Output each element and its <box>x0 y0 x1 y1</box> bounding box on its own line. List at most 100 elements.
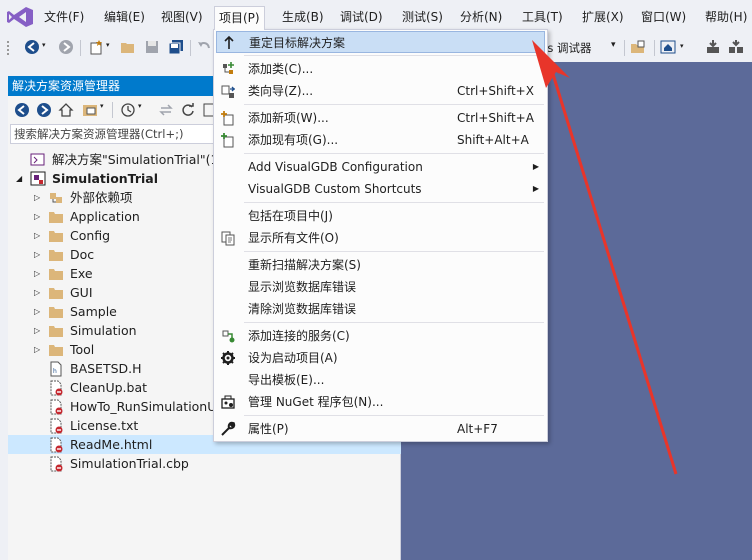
collapsed-arrow-icon[interactable]: ▷ <box>34 264 44 283</box>
menu-item-label: 包括在项目中(J) <box>248 209 333 223</box>
folder-icon <box>48 285 64 300</box>
menu-separator <box>244 202 544 203</box>
new-project-icon[interactable] <box>88 39 104 55</box>
tree-item-label: HowTo_RunSimulationU <box>70 399 217 414</box>
refresh-icon[interactable] <box>180 102 196 118</box>
tree-item[interactable]: SimulationTrial.cbp <box>8 454 401 473</box>
menu-item[interactable]: 重定目标解决方案 <box>216 31 545 53</box>
back-icon[interactable] <box>24 39 40 55</box>
tree-item-label: Doc <box>70 247 95 262</box>
menu-item-shortcut: Ctrl+Shift+A <box>457 111 534 125</box>
menu-item[interactable]: 工具(T) <box>518 7 567 27</box>
show-all-files-icon <box>220 230 236 246</box>
folder-icon <box>48 304 64 319</box>
tree-item-label: License.txt <box>70 418 139 433</box>
menu-item[interactable]: Add VisualGDB Configuration ▶ <box>216 156 545 178</box>
forward-icon[interactable] <box>58 39 74 55</box>
menu-item[interactable]: 设为启动项目(A) <box>216 347 545 369</box>
sync-icon[interactable] <box>158 102 174 118</box>
collapsed-arrow-icon[interactable]: ▷ <box>34 302 44 321</box>
menu-item[interactable]: 帮助(H) <box>701 7 751 27</box>
menu-item[interactable]: 测试(S) <box>398 7 447 27</box>
svg-text:h: h <box>53 368 57 375</box>
forward-icon[interactable] <box>36 102 52 118</box>
home-icon[interactable] <box>58 102 74 118</box>
menu-item[interactable]: 显示所有文件(O) <box>216 227 545 249</box>
menu-item[interactable]: 生成(B) <box>278 7 328 27</box>
menu-item-label: 添加现有项(G)... <box>248 133 339 147</box>
menu-item[interactable]: 文件(F) <box>40 7 88 27</box>
collapsed-arrow-icon[interactable]: ▷ <box>34 245 44 264</box>
toolbar-grip <box>7 41 9 55</box>
menu-item[interactable]: 重新扫描解决方案(S) <box>216 254 545 276</box>
menu-item[interactable]: 添加现有项(G)... Shift+Alt+A <box>216 129 545 151</box>
collapsed-arrow-icon[interactable]: ▷ <box>34 188 44 207</box>
menu-item[interactable]: 添加新项(W)... Ctrl+Shift+A <box>216 107 545 129</box>
views-dropdown-icon[interactable]: ▾ <box>100 102 104 110</box>
undo-icon[interactable] <box>196 39 212 55</box>
menu-item[interactable]: 扩展(X) <box>578 7 628 27</box>
menu-item[interactable]: 显示浏览数据库错误 <box>216 276 545 298</box>
menu-item[interactable]: 编辑(E) <box>100 7 149 27</box>
menu-separator <box>244 322 544 323</box>
menu-separator <box>244 104 544 105</box>
tree-item-label: GUI <box>70 285 93 300</box>
tree-item-label: Simulation <box>70 323 137 338</box>
menu-item[interactable]: 属性(P) Alt+F7 <box>216 418 545 440</box>
home-dropdown-icon[interactable]: ▾ <box>680 42 684 50</box>
build-icon[interactable] <box>705 39 721 55</box>
menu-item[interactable]: 类向导(Z)... Ctrl+Shift+X <box>216 80 545 102</box>
save-icon[interactable] <box>144 39 160 55</box>
menu-item-label: 显示浏览数据库错误 <box>248 280 357 294</box>
excluded-file-icon <box>48 437 64 453</box>
folder-icon <box>48 266 64 281</box>
menu-item[interactable]: 管理 NuGet 程序包(N)... <box>216 391 545 413</box>
menu-item[interactable]: 清除浏览数据库错误 <box>216 298 545 320</box>
tree-item-label: Tool <box>70 342 95 357</box>
solution-icon <box>30 152 46 167</box>
build-all-icon[interactable] <box>728 39 744 55</box>
collapsed-arrow-icon[interactable]: ▷ <box>34 226 44 245</box>
menu-separator <box>244 153 544 154</box>
menu-item[interactable]: 添加连接的服务(C) <box>216 325 545 347</box>
menu-item[interactable]: VisualGDB Custom Shortcuts ▶ <box>216 178 545 200</box>
excluded-file-icon <box>48 399 64 415</box>
back-icon[interactable] <box>14 102 30 118</box>
menu-item[interactable]: 调试(D) <box>336 7 387 27</box>
wrench-icon <box>220 421 236 437</box>
browse-icon[interactable] <box>630 39 646 55</box>
collapsed-arrow-icon[interactable]: ▷ <box>34 321 44 340</box>
menu-item-label: 重新扫描解决方案(S) <box>248 258 361 272</box>
menu-item[interactable]: 视图(V) <box>157 7 207 27</box>
menu-item[interactable]: 包括在项目中(J) <box>216 205 545 227</box>
collapsed-arrow-icon[interactable]: ▷ <box>34 207 44 226</box>
toolbar-separator <box>654 40 655 56</box>
menu-item[interactable]: 项目(P) <box>214 6 265 30</box>
debugger-dropdown-icon[interactable]: ▾ <box>611 40 616 50</box>
expanded-arrow-icon[interactable]: ◢ <box>16 169 26 188</box>
menu-item-label: 清除浏览数据库错误 <box>248 302 357 316</box>
open-icon[interactable] <box>120 39 136 55</box>
pending-changes-icon[interactable] <box>120 102 136 118</box>
home-icon[interactable] <box>660 39 676 55</box>
menu-item[interactable]: 分析(N) <box>456 7 506 27</box>
add-new-item-icon <box>220 110 236 126</box>
new-dropdown-icon[interactable]: ▾ <box>106 41 110 49</box>
switch-views-icon[interactable] <box>82 102 98 118</box>
tree-item-label: CleanUp.bat <box>70 380 148 395</box>
menu-item[interactable]: 添加类(C)... <box>216 58 545 80</box>
menu-item-label: Add VisualGDB Configuration <box>248 160 423 174</box>
collapsed-arrow-icon[interactable]: ▷ <box>34 340 44 359</box>
add-class-icon <box>220 61 236 77</box>
save-all-icon[interactable] <box>168 39 184 55</box>
back-dropdown-icon[interactable]: ▾ <box>42 41 46 49</box>
excluded-file-icon <box>48 418 64 434</box>
gear-icon <box>220 350 236 366</box>
tree-item-label: 解决方案"SimulationTrial"(1 个 <box>52 152 235 167</box>
pending-dropdown-icon[interactable]: ▾ <box>138 102 142 110</box>
menu-item[interactable]: 导出模板(E)... <box>216 369 545 391</box>
collapsed-arrow-icon[interactable]: ▷ <box>34 283 44 302</box>
retarget-icon <box>221 35 237 51</box>
menu-item[interactable]: 窗口(W) <box>637 7 690 27</box>
toolbar-separator <box>80 40 81 56</box>
